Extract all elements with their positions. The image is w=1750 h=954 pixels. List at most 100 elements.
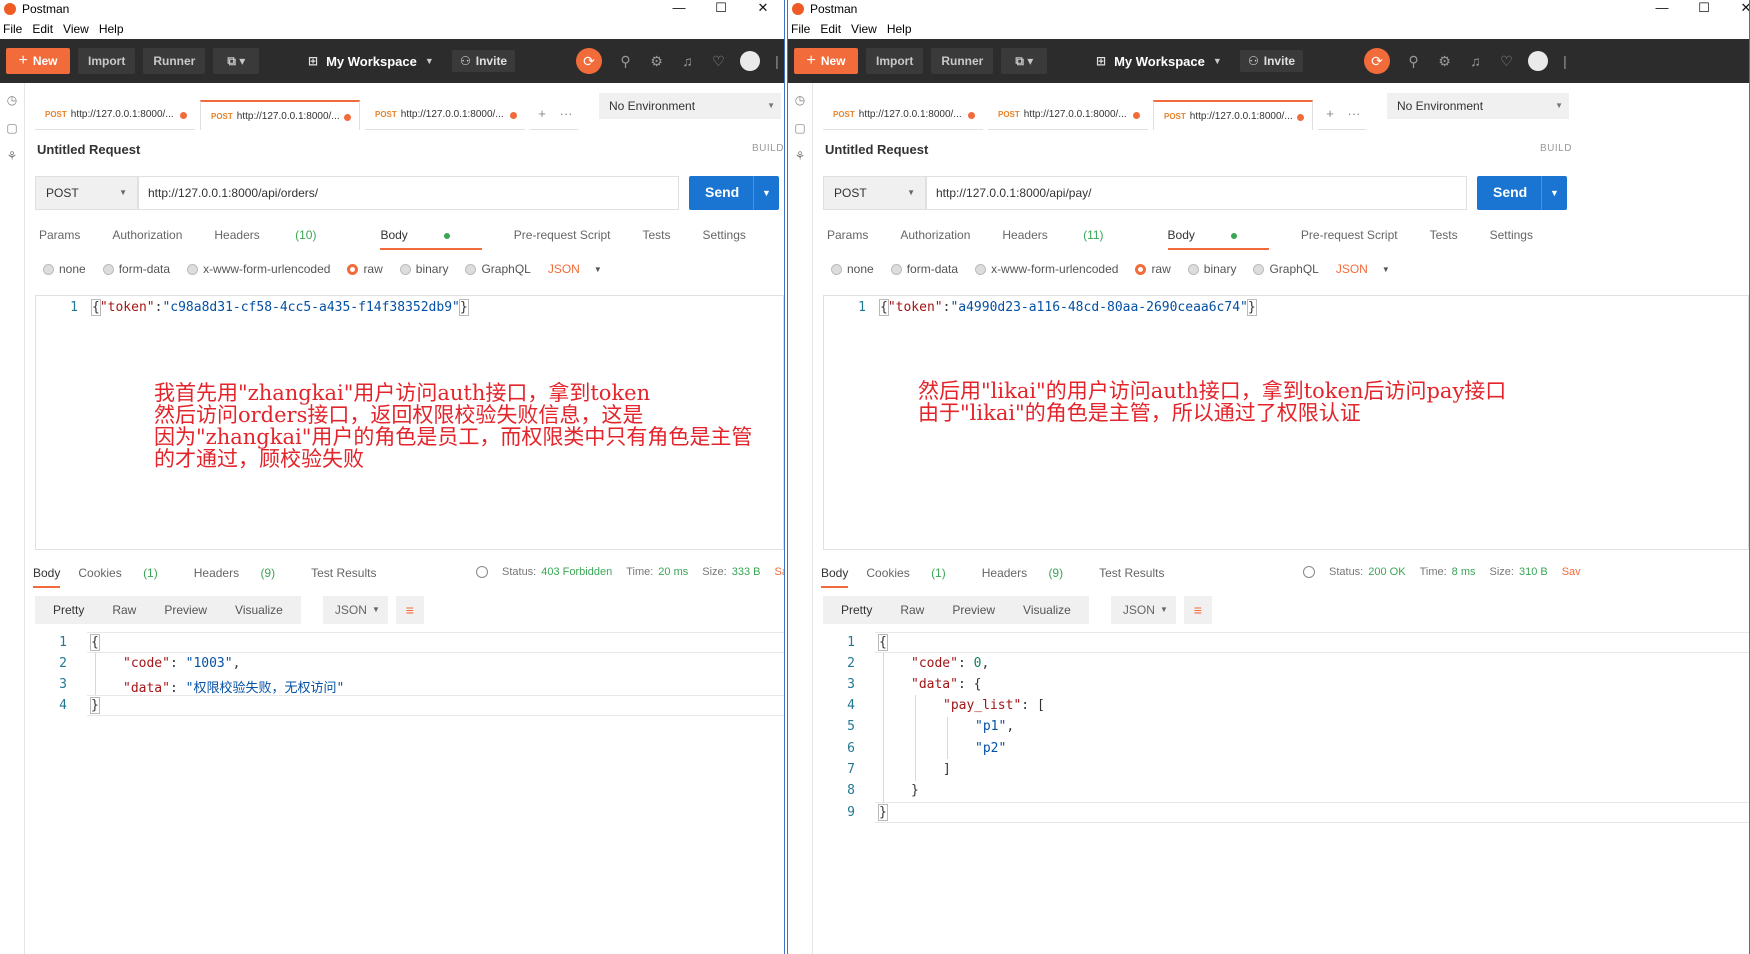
radio-urlencoded[interactable]: x-www-form-urlencoded	[975, 262, 1118, 276]
tab-prerequest[interactable]: Pre-request Script	[514, 228, 611, 250]
send-button[interactable]: Send ▼	[689, 176, 779, 210]
satellite-icon[interactable]: ⚲	[1398, 53, 1429, 70]
save-response-button[interactable]: Save	[774, 566, 784, 578]
request-name[interactable]: Untitled Request	[37, 142, 140, 157]
radio-urlencoded[interactable]: x-www-form-urlencoded	[187, 262, 330, 276]
history-icon[interactable]: ◷	[0, 93, 24, 111]
response-body[interactable]: 1 2 3 4 { "code": "1003", "data": "权限校验失…	[25, 631, 784, 954]
request-body-editor[interactable]: 1 {"token":"a4990d23-a116-48cd-80aa-2690…	[823, 295, 1749, 550]
runner-button[interactable]: Runner	[143, 48, 206, 74]
more-tabs-icon[interactable]: ···	[1342, 100, 1366, 130]
invite-button[interactable]: ⚇ Invite	[1240, 50, 1304, 72]
radio-raw[interactable]: raw	[1135, 262, 1171, 276]
bell-icon[interactable]: ♫	[1460, 53, 1491, 69]
upgrade-icon[interactable]: |	[1558, 53, 1572, 69]
view-raw[interactable]: Raw	[886, 603, 938, 617]
request-tab[interactable]: POST http://127.0.0.1:8000/...	[35, 100, 195, 130]
view-raw[interactable]: Raw	[98, 603, 150, 617]
add-tab-icon[interactable]: +	[530, 100, 554, 130]
url-input[interactable]: http://127.0.0.1:8000/api/pay/	[926, 176, 1467, 210]
workspace-selector[interactable]: ⊞ My Workspace ▼	[308, 54, 434, 69]
apis-icon[interactable]: ⚘	[0, 149, 24, 167]
radio-none[interactable]: none	[43, 262, 86, 276]
new-button[interactable]: + New	[6, 48, 70, 74]
maximize-icon[interactable]: ☐	[700, 0, 742, 16]
maximize-icon[interactable]: ☐	[1683, 0, 1725, 16]
radio-binary[interactable]: binary	[1187, 262, 1236, 276]
send-button[interactable]: Send ▼	[1477, 176, 1567, 210]
format-select[interactable]: JSON ▼	[1110, 596, 1176, 624]
settings-icon[interactable]: ⚙	[641, 53, 672, 70]
collections-icon[interactable]: ▢	[0, 121, 24, 139]
view-preview[interactable]: Preview	[150, 603, 221, 617]
resp-tab-body[interactable]: Body	[821, 566, 849, 588]
tab-tests[interactable]: Tests	[1430, 228, 1458, 250]
apis-icon[interactable]: ⚘	[788, 149, 812, 167]
resp-tab-test-results[interactable]: Test Results	[311, 566, 376, 588]
settings-icon[interactable]: ⚙	[1429, 53, 1460, 70]
view-pretty[interactable]: Pretty	[827, 603, 886, 617]
tab-settings[interactable]: Settings	[703, 228, 746, 250]
menu-file[interactable]: File	[791, 22, 810, 36]
resp-tab-body[interactable]: Body	[33, 566, 61, 588]
request-tab-active[interactable]: POST http://127.0.0.1:8000/...	[200, 100, 360, 130]
sync-icon[interactable]: ⟳	[576, 48, 602, 74]
tab-prerequest[interactable]: Pre-request Script	[1301, 228, 1398, 250]
history-icon[interactable]: ◷	[788, 93, 812, 111]
resp-tab-cookies[interactable]: Cookies (1)	[866, 566, 963, 588]
request-body-editor[interactable]: 1 {"token":"c98a8d31-cf58-4cc5-a435-f14f…	[35, 295, 784, 550]
sync-icon[interactable]: ⟳	[1364, 48, 1390, 74]
resp-tab-cookies[interactable]: Cookies (1)	[78, 566, 175, 588]
chevron-down-icon[interactable]: ▼	[594, 265, 602, 274]
request-tab-active[interactable]: POST http://127.0.0.1:8000/...	[1153, 100, 1313, 130]
globe-icon[interactable]	[476, 566, 488, 578]
radio-none[interactable]: none	[831, 262, 874, 276]
view-visualize[interactable]: Visualize	[1009, 603, 1085, 617]
radio-form-data[interactable]: form-data	[102, 262, 170, 276]
wrap-lines-icon[interactable]: ≡	[395, 596, 424, 624]
environment-select[interactable]: No Environment ▼	[1387, 93, 1569, 119]
tab-tests[interactable]: Tests	[643, 228, 671, 250]
import-button[interactable]: Import	[78, 48, 136, 74]
tab-params[interactable]: Params	[39, 228, 80, 250]
response-body[interactable]: 1 2 3 4 5 6 7 8 9 { "code": 0, "data": {…	[813, 631, 1749, 954]
radio-form-data[interactable]: form-data	[890, 262, 958, 276]
method-select[interactable]: POST ▼	[823, 176, 926, 210]
new-button[interactable]: + New	[794, 48, 858, 74]
new-window-button[interactable]: ⧉ ▾	[1001, 48, 1048, 74]
format-select[interactable]: JSON ▼	[322, 596, 388, 624]
request-tab[interactable]: POST http://127.0.0.1:8000/...	[988, 100, 1148, 130]
collections-icon[interactable]: ▢	[788, 121, 812, 139]
url-input[interactable]: http://127.0.0.1:8000/api/orders/	[138, 176, 679, 210]
send-dropdown-icon[interactable]: ▼	[1541, 176, 1567, 210]
view-visualize[interactable]: Visualize	[221, 603, 297, 617]
avatar[interactable]	[1528, 51, 1548, 71]
resp-tab-headers[interactable]: Headers (9)	[194, 566, 293, 588]
minimize-icon[interactable]: —	[1641, 0, 1683, 16]
radio-binary[interactable]: binary	[399, 262, 448, 276]
invite-button[interactable]: ⚇ Invite	[452, 50, 516, 72]
view-pretty[interactable]: Pretty	[39, 603, 98, 617]
build-label[interactable]: BUILD	[1540, 143, 1572, 154]
tab-body[interactable]: Body	[380, 228, 482, 250]
minimize-icon[interactable]: —	[658, 0, 700, 16]
new-window-button[interactable]: ⧉ ▾	[213, 48, 260, 74]
request-tab[interactable]: POST http://127.0.0.1:8000/...	[823, 100, 983, 130]
more-tabs-icon[interactable]: ···	[554, 100, 578, 130]
add-tab-icon[interactable]: +	[1318, 100, 1342, 130]
menu-edit[interactable]: Edit	[32, 22, 53, 36]
menu-view[interactable]: View	[851, 22, 877, 36]
save-response-button[interactable]: Sav	[1562, 566, 1581, 578]
tab-settings[interactable]: Settings	[1490, 228, 1533, 250]
method-select[interactable]: POST ▼	[35, 176, 138, 210]
resp-tab-headers[interactable]: Headers (9)	[982, 566, 1081, 588]
request-tab[interactable]: POST http://127.0.0.1:8000/...	[365, 100, 525, 130]
menu-help[interactable]: Help	[99, 22, 124, 36]
menu-view[interactable]: View	[63, 22, 89, 36]
upgrade-icon[interactable]: |	[770, 53, 784, 69]
send-dropdown-icon[interactable]: ▼	[753, 176, 779, 210]
heart-icon[interactable]: ♡	[1491, 53, 1522, 70]
radio-graphql[interactable]: GraphQL	[1253, 262, 1319, 276]
tab-body[interactable]: Body	[1167, 228, 1269, 250]
tab-authorization[interactable]: Authorization	[112, 228, 182, 250]
